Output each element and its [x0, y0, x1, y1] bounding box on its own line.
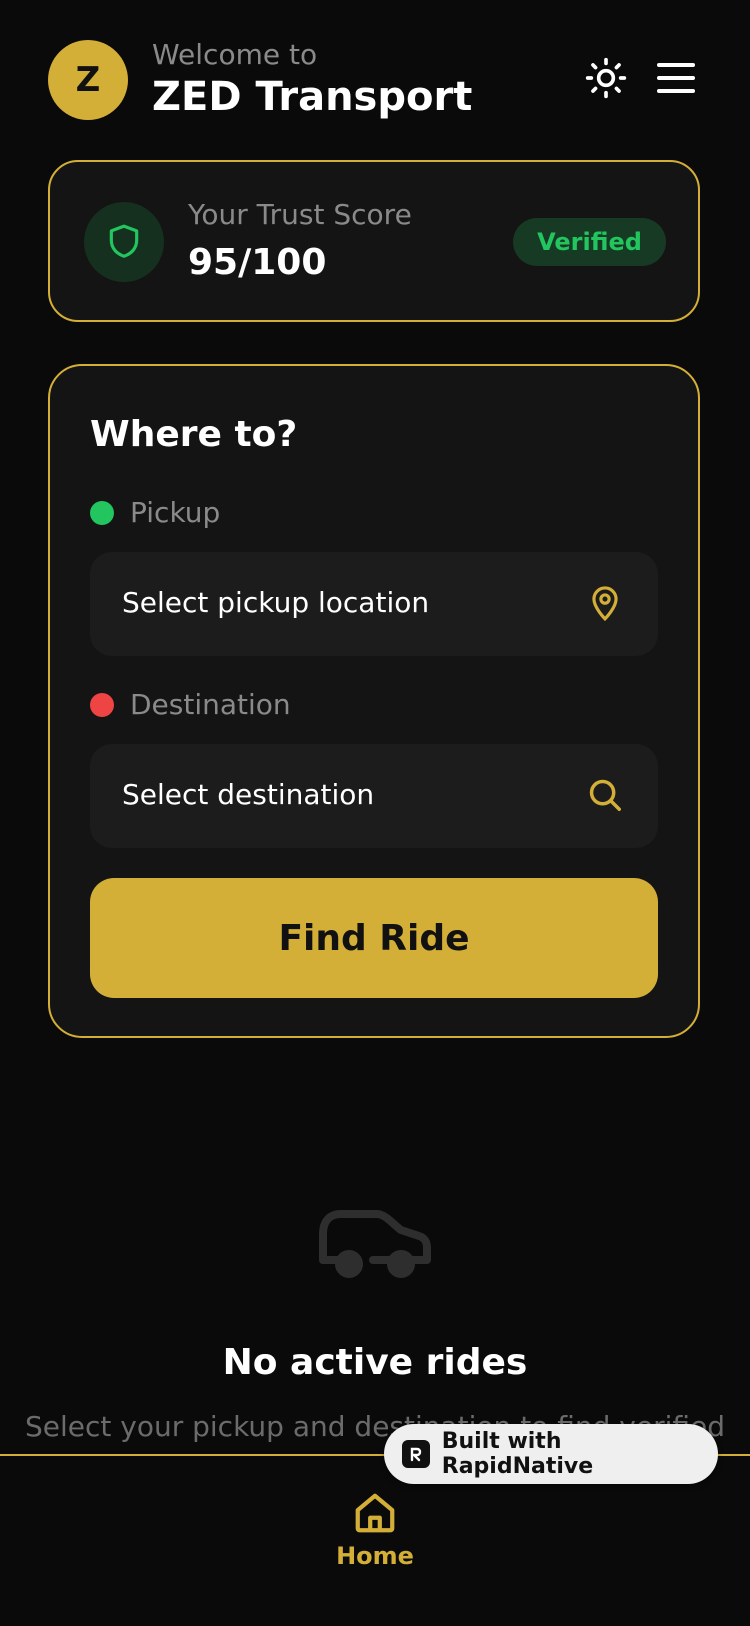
pickup-placeholder: Select pickup location: [122, 586, 430, 619]
home-icon: [355, 1493, 395, 1533]
empty-state-title: No active rides: [222, 1342, 528, 1383]
welcome-text: Welcome to: [152, 38, 318, 71]
trust-score-card: Your Trust Score 95/100 Verified: [48, 160, 700, 322]
location-pin-icon[interactable]: [584, 582, 626, 624]
pickup-label-text: Pickup: [130, 496, 221, 529]
pickup-dot: [90, 500, 114, 525]
shield-icon-wrap: [84, 202, 164, 282]
hamburger-menu-icon: [657, 63, 695, 93]
pickup-label: Pickup: [90, 496, 220, 529]
trust-score-value: 95/100: [188, 242, 327, 283]
destination-input[interactable]: Select destination: [90, 744, 658, 848]
rapidnative-logo-icon: [402, 1440, 430, 1468]
find-ride-button[interactable]: Find Ride: [90, 878, 658, 998]
trust-score-label: Your Trust Score: [188, 198, 412, 231]
destination-placeholder: Select destination: [122, 778, 375, 811]
app-title: ZED Transport: [152, 74, 473, 120]
where-to-title: Where to?: [90, 414, 298, 455]
ride-search-card: Where to? Pickup Select pickup location …: [48, 364, 700, 1038]
verified-badge: Verified: [513, 218, 666, 266]
tab-home[interactable]: Home: [0, 1490, 750, 1570]
menu-button[interactable]: [650, 52, 702, 104]
theme-toggle-button[interactable]: [580, 52, 632, 104]
avatar[interactable]: Z: [48, 40, 128, 120]
destination-label: Destination: [90, 688, 291, 721]
app-header: Z Welcome to ZED Transport: [48, 38, 702, 122]
built-with-badge[interactable]: Built with RapidNative: [384, 1424, 718, 1484]
destination-dot: [90, 692, 114, 717]
car-icon: [319, 1210, 431, 1278]
tab-home-label: Home: [336, 1542, 414, 1570]
destination-label-text: Destination: [130, 688, 291, 721]
pickup-input[interactable]: Select pickup location: [90, 552, 658, 656]
built-with-label: Built with RapidNative: [441, 1429, 594, 1479]
sun-icon: [585, 57, 627, 99]
shield-icon: [109, 224, 139, 258]
search-icon[interactable]: [584, 774, 626, 816]
